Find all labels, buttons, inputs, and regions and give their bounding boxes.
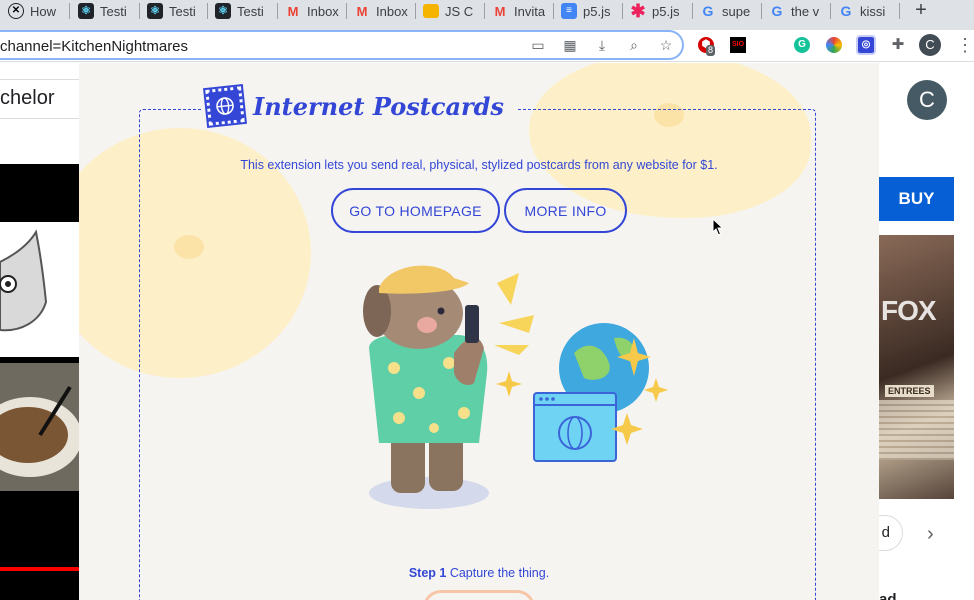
- channel-avatar[interactable]: C: [907, 80, 947, 120]
- capture-button[interactable]: [423, 590, 535, 600]
- profile-avatar[interactable]: C: [919, 34, 941, 56]
- install-icon[interactable]: ⤓: [594, 37, 610, 53]
- gmail-icon: M: [356, 3, 368, 19]
- address-bar[interactable]: channel=KitchenNightmares: [0, 30, 684, 60]
- background-page-right: C BUY ENTREES FOX d › ad: [879, 63, 974, 600]
- browser-tab-strip: ✕ How ⚛ Testi ⚛ Testi ⚛ Testi M Inbox M …: [0, 0, 974, 30]
- browser-tab[interactable]: M Invita: [484, 0, 552, 22]
- bookmark-star-icon[interactable]: ☆: [658, 37, 674, 53]
- browser-tab[interactable]: ⚛ Testi: [139, 0, 205, 22]
- browser-tab[interactable]: ⚛ Testi: [70, 0, 138, 22]
- asterisk-icon: ✱: [630, 1, 646, 21]
- zoom-icon[interactable]: ⌕: [626, 37, 642, 53]
- cartoon-shell-image: [0, 229, 48, 332]
- browser-toolbar: channel=KitchenNightmares ▭ ▦ ⤓ ⌕ ☆ ⬢ 8 …: [0, 30, 974, 62]
- tab-separator: [899, 3, 900, 19]
- extensions-puzzle-icon[interactable]: ✚: [890, 37, 906, 53]
- browser-tab[interactable]: ≡ p5.js: [553, 0, 621, 22]
- x-circle-icon: ✕: [8, 3, 24, 19]
- browser-tab[interactable]: ⚛ Testi: [207, 0, 275, 22]
- browser-tab[interactable]: M Inbox: [277, 0, 345, 22]
- react-icon: ⚛: [78, 3, 94, 19]
- brand-name: Internet Postcards: [253, 91, 504, 121]
- mouse-cursor-icon: [712, 218, 724, 236]
- video-thumbnail[interactable]: [0, 571, 79, 600]
- step-text: Capture the thing.: [449, 566, 550, 580]
- divider: [0, 79, 79, 80]
- slides-icon: [423, 4, 439, 18]
- browser-tab[interactable]: G the v: [761, 0, 829, 22]
- step-instruction: Step 1 Capture the thing.: [79, 566, 879, 580]
- browser-tab[interactable]: ✕ How: [0, 0, 66, 22]
- browser-tab[interactable]: G kissi: [830, 0, 898, 22]
- gmail-icon: M: [287, 3, 299, 19]
- chevron-right-icon[interactable]: ›: [927, 523, 934, 546]
- video-thumbnail[interactable]: [0, 497, 79, 567]
- fox-watermark: FOX: [881, 295, 937, 326]
- brand-header: Internet Postcards: [203, 84, 518, 128]
- video-thumbnail[interactable]: [0, 164, 79, 222]
- browser-tab[interactable]: ✱ p5.js: [622, 0, 690, 22]
- url-text: channel=KitchenNightmares: [0, 38, 189, 55]
- food-bowl-image: [0, 363, 79, 491]
- gmail-icon: M: [494, 3, 506, 19]
- buy-button[interactable]: BUY: [879, 177, 954, 221]
- internet-postcards-extension-icon[interactable]: ◎: [856, 35, 876, 55]
- color-picker-extension-icon[interactable]: [826, 37, 842, 53]
- grammarly-icon[interactable]: G: [794, 37, 810, 53]
- docs-icon: ≡: [561, 3, 577, 19]
- browser-menu-icon[interactable]: ⋮: [956, 34, 974, 56]
- section-heading-fragment: ad: [879, 591, 897, 600]
- video-thumbnail[interactable]: [0, 357, 79, 497]
- sio-extension-icon[interactable]: SIO: [730, 37, 746, 53]
- new-tab-button[interactable]: +: [910, 0, 932, 22]
- video-thumbnail[interactable]: [0, 222, 79, 357]
- background-page-left: chelor: [0, 63, 79, 600]
- more-info-button[interactable]: MORE INFO: [504, 188, 627, 233]
- browser-tab[interactable]: G supe: [692, 0, 760, 22]
- menu-photo[interactable]: ENTREES: [879, 235, 954, 499]
- extension-popup: Internet Postcards This extension lets y…: [79, 63, 879, 600]
- google-icon: G: [702, 3, 714, 19]
- step-number: Step 1: [408, 566, 447, 580]
- filter-chip[interactable]: d: [879, 515, 903, 551]
- cast-icon[interactable]: ▭: [530, 37, 546, 53]
- browser-tab[interactable]: M Inbox: [346, 0, 414, 22]
- browser-tab[interactable]: JS C: [415, 0, 483, 22]
- menu-text-lines: [879, 400, 954, 460]
- google-icon: G: [771, 3, 783, 19]
- tagline: This extension lets you send real, physi…: [240, 158, 718, 172]
- divider: [0, 118, 79, 119]
- dog-photographing-globe-illustration: [363, 265, 668, 509]
- page-title-fragment: chelor: [0, 87, 55, 109]
- google-icon: G: [840, 3, 852, 19]
- go-to-homepage-button[interactable]: GO TO HOMEPAGE: [331, 188, 500, 233]
- react-icon: ⚛: [147, 3, 163, 19]
- react-icon: ⚛: [215, 3, 231, 19]
- globe-stamp-icon: [203, 84, 247, 128]
- menu-heading: ENTREES: [885, 385, 934, 397]
- extension-badge: 8: [706, 45, 716, 56]
- qr-code-icon[interactable]: ▦: [562, 37, 578, 53]
